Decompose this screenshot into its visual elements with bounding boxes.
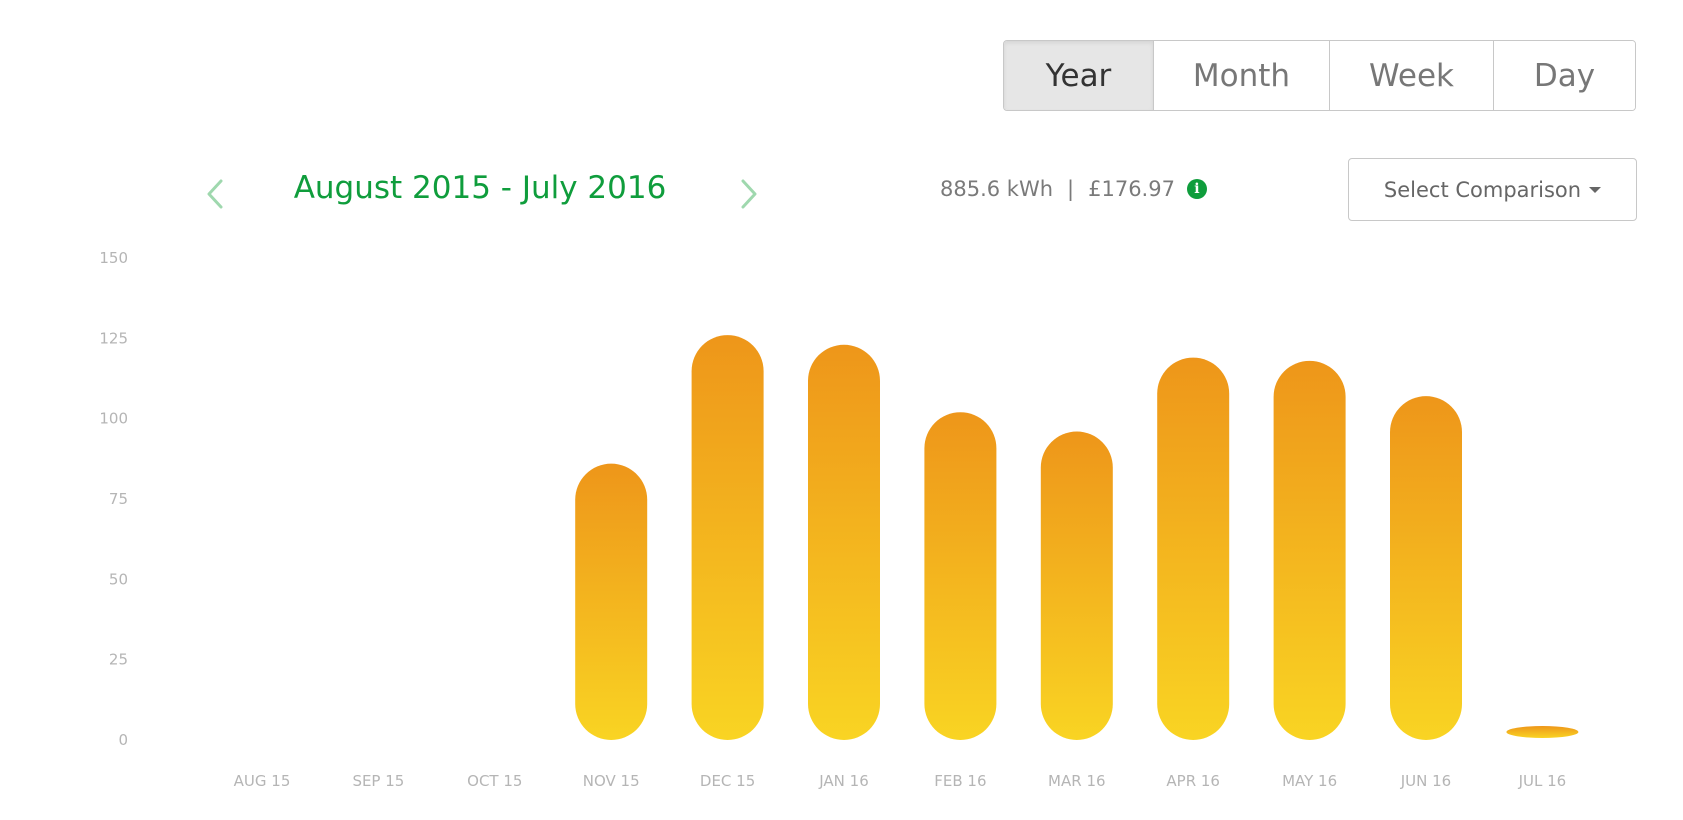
x-tick-label: FEB 16 xyxy=(934,772,986,790)
x-tick-label: MAR 16 xyxy=(1048,772,1105,790)
bar-apr-16[interactable] xyxy=(1157,357,1230,740)
bar-mar-16[interactable] xyxy=(1040,431,1113,740)
x-tick-label: SEP 15 xyxy=(352,772,404,790)
x-tick-label: APR 16 xyxy=(1166,772,1220,790)
x-tick-label: MAY 16 xyxy=(1282,772,1337,790)
x-tick-label: JAN 16 xyxy=(818,772,869,790)
bar-jun-16[interactable] xyxy=(1390,396,1462,740)
bar-dec-15[interactable] xyxy=(691,335,764,740)
x-tick-label: OCT 15 xyxy=(467,772,522,790)
usage-bar-chart: 0 25 50 75 100 125 150 AUG 15 SEP 15 OCT 15 NOV 1… xyxy=(99,249,1579,790)
bar-jan-16[interactable] xyxy=(808,344,880,740)
y-tick-label: 125 xyxy=(99,329,128,347)
bar-feb-16[interactable] xyxy=(924,412,997,740)
y-tick-label: 50 xyxy=(109,570,128,588)
y-tick-label: 100 xyxy=(99,410,128,428)
x-tick-label: DEC 15 xyxy=(700,772,755,790)
y-tick-label: 75 xyxy=(109,490,128,508)
bar-may-16[interactable] xyxy=(1273,360,1346,740)
x-tick-label: JUL 16 xyxy=(1518,772,1567,790)
y-tick-label: 150 xyxy=(99,249,128,267)
bar-nov-15[interactable] xyxy=(575,463,648,740)
y-tick-label: 0 xyxy=(118,731,128,749)
x-tick-label: NOV 15 xyxy=(583,772,640,790)
bar-jul-16[interactable] xyxy=(1506,726,1579,738)
x-tick-label: AUG 15 xyxy=(234,772,291,790)
y-tick-label: 25 xyxy=(109,651,128,669)
x-tick-label: JUN 16 xyxy=(1400,772,1451,790)
